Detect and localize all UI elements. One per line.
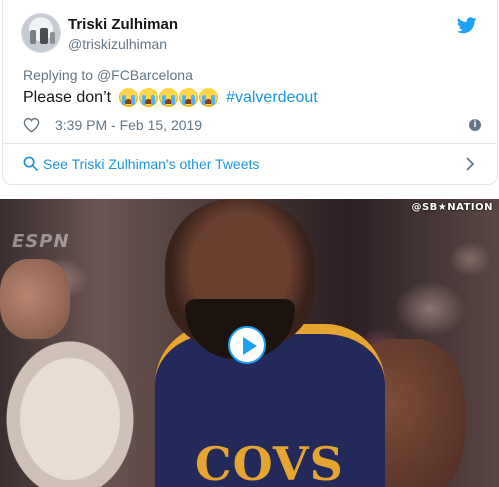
divider (3, 143, 497, 144)
author-handle[interactable]: @triskizulhiman (68, 36, 167, 52)
play-button[interactable] (228, 326, 266, 364)
tweet-body: Please don’t (23, 88, 112, 106)
info-icon[interactable]: i (469, 119, 481, 131)
tweet-text: Please don’t #valverdeout (23, 88, 318, 107)
tweet-card: Triski Zulhiman @triskizulhiman Replying… (2, 0, 498, 185)
reply-prefix: Replying to (23, 67, 94, 83)
avatar-figure (50, 32, 55, 44)
reply-to-link[interactable]: @FCBarcelona (97, 67, 193, 83)
video-player[interactable]: COVS ESPN @SB★NATION (0, 199, 499, 487)
sbnation-watermark: @SB★NATION (411, 202, 493, 213)
jersey-lettering: COVS (195, 437, 344, 487)
tweet-meta: 3:39 PM - Feb 15, 2019 i (23, 116, 483, 136)
crying-face-icon (119, 88, 139, 107)
crying-face-icon (179, 88, 199, 107)
hashtag-link[interactable]: #valverdeout (226, 89, 318, 107)
crying-face-icon (199, 88, 219, 107)
avatar-figure (30, 30, 36, 44)
crying-face-icon (139, 88, 159, 107)
see-other-tweets-label: See Triski Zulhiman's other Tweets (43, 156, 260, 172)
reply-context: Replying to @FCBarcelona (23, 67, 193, 83)
emoji-group (119, 88, 219, 107)
video-player-left-head (0, 259, 70, 339)
timestamp-link[interactable]: 3:39 PM - Feb 15, 2019 (55, 117, 202, 133)
chevron-right-icon (466, 157, 475, 171)
espn-watermark: ESPN (12, 231, 70, 252)
crying-face-icon (159, 88, 179, 107)
search-icon (23, 156, 38, 171)
author-name[interactable]: Triski Zulhiman (68, 16, 178, 33)
heart-icon[interactable] (23, 117, 40, 133)
see-other-tweets-link[interactable]: See Triski Zulhiman's other Tweets (23, 155, 483, 175)
avatar-figure (40, 28, 48, 44)
avatar[interactable] (21, 13, 61, 53)
twitter-bird-icon[interactable] (457, 17, 477, 34)
tweet-header: Triski Zulhiman @triskizulhiman (21, 13, 481, 57)
